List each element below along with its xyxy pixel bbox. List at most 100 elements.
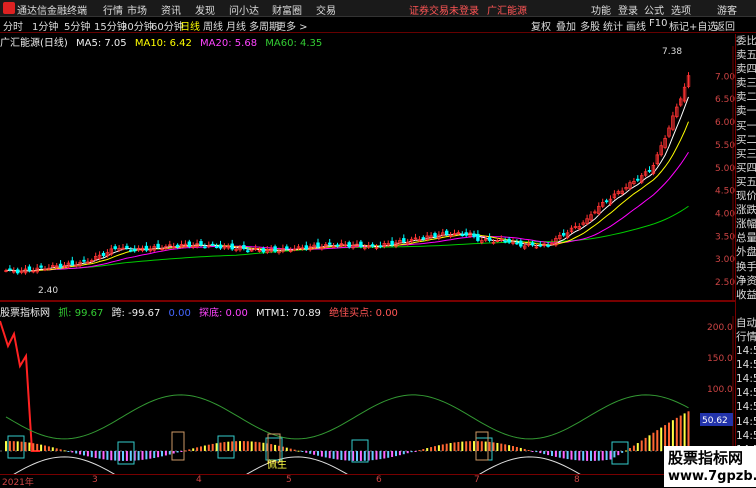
indicator-chart[interactable]: 200.0150.0100.050.00.00-50.0佩生50.62 [0,316,735,474]
histogram-bar [125,451,128,461]
menu-item-wenxiaoda[interactable]: 问小达 [229,2,259,17]
histogram-bar [164,451,167,456]
histogram-bar [640,440,643,451]
side-panel-item: 涨幅 [736,218,756,231]
period-1min[interactable]: 1分钟 [32,18,58,33]
menu-item-shichang[interactable]: 市场 [127,2,147,17]
candle-body [562,233,566,236]
histogram-bar [98,451,101,459]
candle-body [242,245,246,249]
histogram-bar [469,441,472,451]
quote-side-panel: 委比 卖五 卖四 卖三 卖二 卖一 买一 买二 买三 买四 买五 现价 涨跌 涨幅 总量 外盘 换手 净资 收益 自动… [735,34,756,487]
btn-diejia[interactable]: 叠加 [556,18,576,33]
candle-body [327,242,332,245]
histogram-bar [371,451,374,461]
candle-body [530,242,535,246]
price-label: 6.00 [715,118,735,128]
panel-divider[interactable] [0,300,735,302]
btn-fuquan[interactable]: 复权 [531,18,551,33]
histogram-bar [40,444,43,451]
candle-body [218,244,223,249]
app-title: 通达信金融终端 [17,6,87,17]
histogram-bar [515,446,518,451]
period-60min[interactable]: 60分钟 [151,18,184,33]
menu-item-faxian[interactable]: 发现 [195,2,215,17]
histogram-bar [242,441,245,451]
side-panel-item: 买三 [736,147,756,160]
signal-box-tan [171,431,185,461]
menu-item-hangqing[interactable]: 行情 [103,2,123,17]
histogram-bar [184,450,187,452]
side-panel-item: 买四 [736,161,756,174]
period-fenshi[interactable]: 分时 [3,18,23,33]
histogram-bar [336,451,339,460]
histogram-bar [379,451,382,460]
histogram-bar [231,441,234,451]
candlestick-chart[interactable]: 7.00 6.50 6.00 5.50 5.00 4.50 4.00 3.50 3.00 2.50… [0,46,735,300]
menu-item-caifuquan[interactable]: 财富圈 [272,2,302,17]
histogram-bar [597,451,600,461]
candle-body [70,260,74,265]
low-price-label: 2.40 [38,286,58,296]
btn-zixuan[interactable]: +自选 [689,18,717,33]
time-label: 3 [92,475,98,485]
histogram-bar [215,443,218,451]
candle-body [335,244,340,247]
histogram-bar [426,448,429,451]
menu-item-zixun[interactable]: 资讯 [161,2,181,17]
menu-item-jiaoyi[interactable]: 交易 [316,2,336,17]
side-panel-item: 卖一 [736,105,756,118]
btn-biaoji[interactable]: 标记 [669,18,689,33]
period-multi[interactable]: 多周期 [249,18,279,33]
candle-body [476,233,480,241]
candle-body [519,240,523,247]
indicator-legend: 股票指标网 抓: 99.67 跨: -99.67 0.00 探底: 0.00 M… [0,304,403,319]
histogram-bar [309,451,312,454]
watermark: 股票指标网 www.7gpzb.com [664,446,756,487]
btn-huaxian[interactable]: 画线 [626,18,646,33]
candle-body [27,266,32,271]
period-more[interactable]: 更多 > [276,18,308,33]
ma10-line [5,121,689,272]
histogram-bar [539,451,542,454]
btn-duogu[interactable]: 多股 [580,18,600,33]
histogram-bar [149,451,152,459]
candle-body [132,248,137,252]
period-5min[interactable]: 5分钟 [64,18,90,33]
side-panel-item: 委比 [736,35,756,47]
histogram-bar [192,448,195,451]
histogram-bar [422,449,425,451]
period-daily[interactable]: 日线 [180,18,200,33]
period-30min[interactable]: 30分钟 [121,18,154,33]
histogram-bar [636,443,639,451]
histogram-bar [484,441,487,451]
histogram-bar [590,451,592,461]
histogram-bar [63,450,66,452]
menu-gongneng[interactable]: 功能 [591,2,611,17]
histogram-bar [75,451,78,454]
candle-body [647,170,652,172]
side-panel-item: 14:50 [736,359,756,372]
histogram-bar [395,451,397,457]
btn-f10[interactable]: F10 [649,18,667,29]
menu-xuanxiang[interactable]: 选项 [671,2,691,17]
btn-fanhui[interactable]: 返回 [715,18,735,33]
histogram-bar [102,451,105,460]
side-panel-item: 买一 [736,119,756,132]
menu-denglu[interactable]: 登录 [618,2,638,17]
period-weekly[interactable]: 周线 [203,18,223,33]
btn-tongji[interactable]: 统计 [603,18,623,33]
time-label: 6 [376,475,382,485]
menu-gongshi[interactable]: 公式 [644,2,664,17]
histogram-bar [297,450,300,452]
histogram-bar [55,448,58,451]
histogram-bar [609,451,612,460]
period-monthly[interactable]: 月线 [226,18,246,33]
side-panel-item: 行情 [736,330,756,343]
candle-body [378,245,383,248]
menu-youke[interactable]: 游客 [717,2,737,17]
histogram-bar [122,451,124,461]
indicator-scale-label: 100.0 [707,385,733,395]
histogram-bar [593,451,596,461]
histogram-bar [145,451,148,460]
